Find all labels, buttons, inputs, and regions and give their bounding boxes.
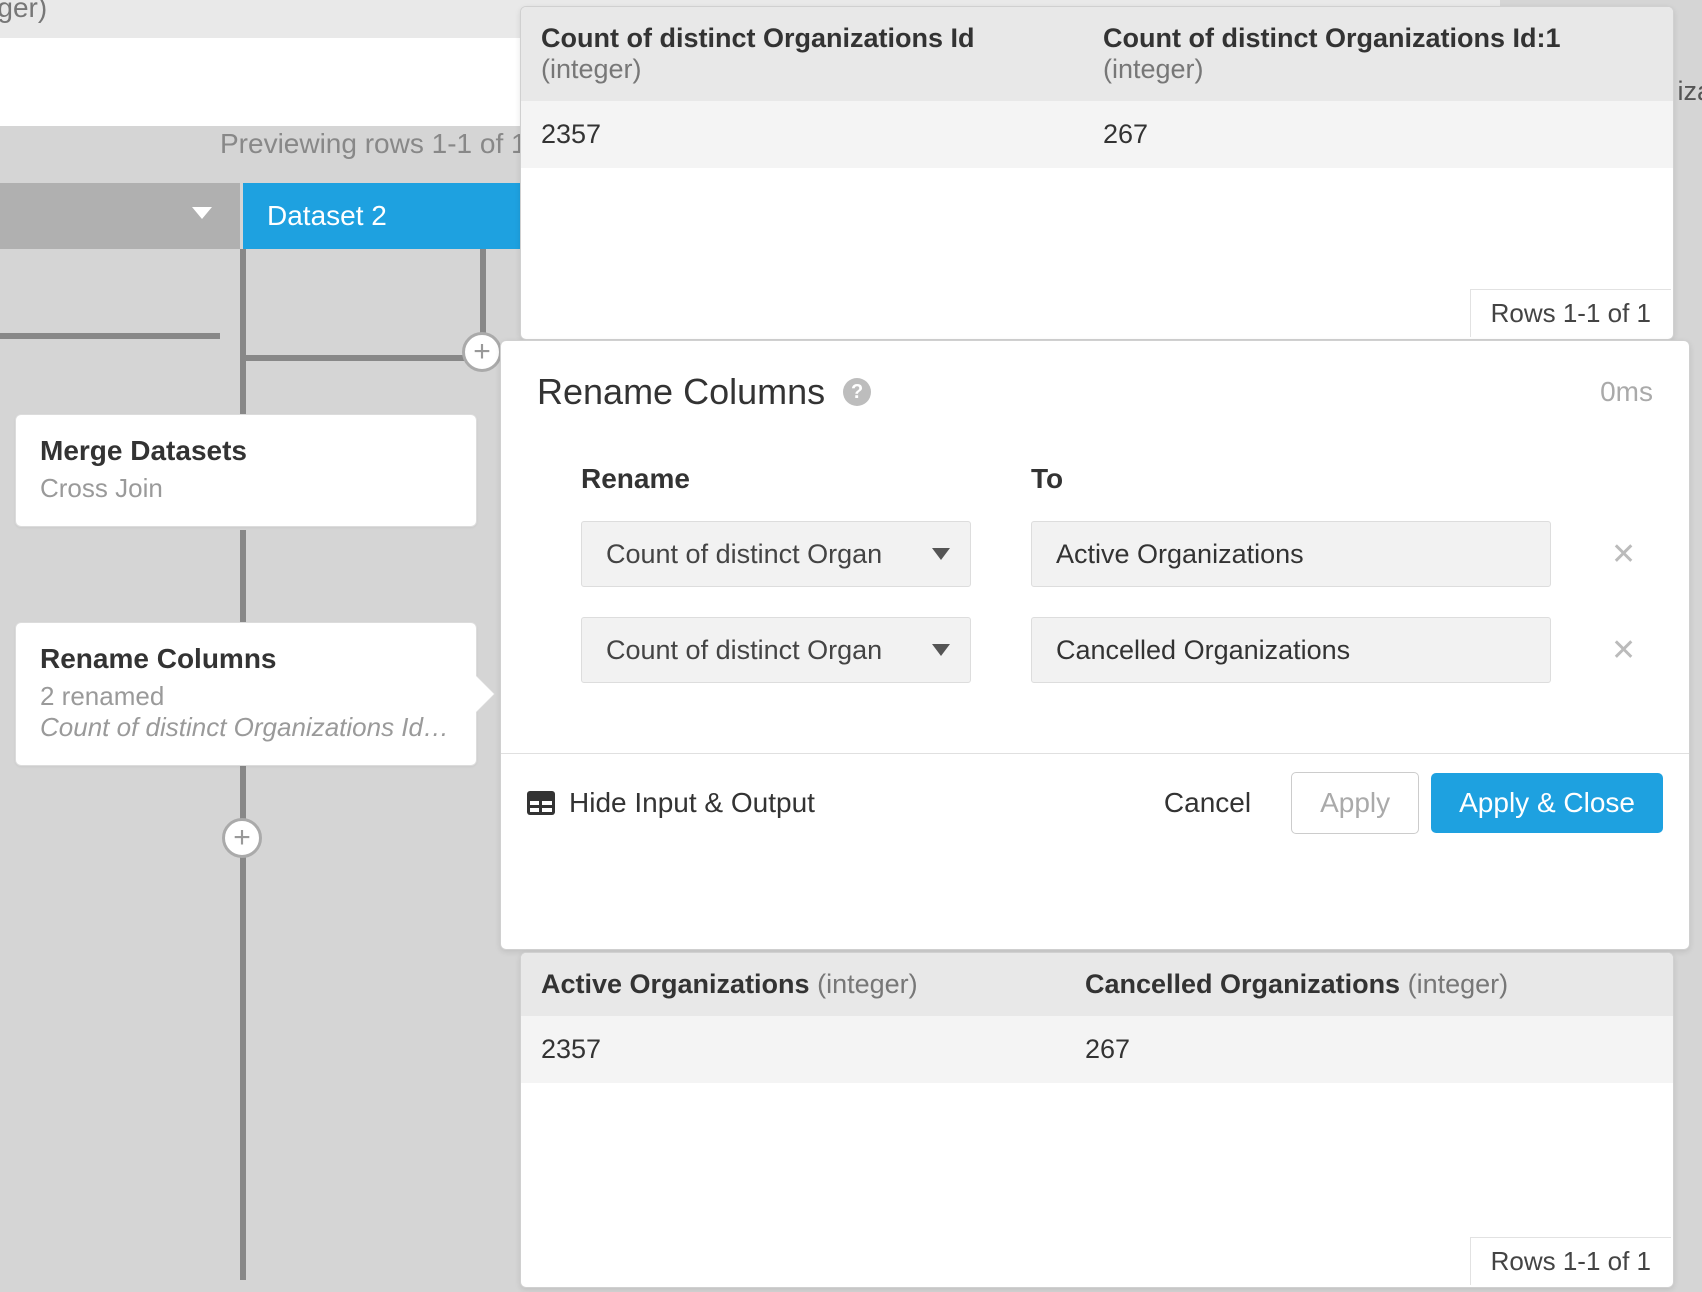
rename-row: Count of distinct Organ Cancelled Organi… bbox=[581, 617, 1629, 683]
table-header-cell[interactable]: Count of distinct Organizations Id:1 (in… bbox=[1083, 7, 1673, 101]
apply-button[interactable]: Apply bbox=[1291, 772, 1419, 834]
pipeline-node-pointer bbox=[476, 676, 494, 712]
table-header-type: (integer) bbox=[541, 54, 642, 84]
pipeline-node-sub: Cross Join bbox=[40, 473, 452, 504]
table-header-type: (integer) bbox=[1103, 54, 1204, 84]
table-cell: 267 bbox=[1083, 101, 1673, 168]
previewing-rows-label: Previewing rows 1-1 of 1 bbox=[220, 128, 527, 160]
rows-count-badge: Rows 1-1 of 1 bbox=[1470, 289, 1671, 337]
rename-columns-panel: Rename Columns ? 0ms Rename To Count of … bbox=[500, 340, 1690, 950]
rename-to-value: Active Organizations bbox=[1056, 539, 1304, 570]
remove-row-icon[interactable]: ✕ bbox=[1611, 537, 1636, 572]
table-icon bbox=[527, 791, 555, 815]
connector bbox=[240, 355, 486, 361]
table-cell: 2357 bbox=[521, 101, 1083, 168]
table-header-row: Count of distinct Organizations Id (inte… bbox=[521, 7, 1673, 101]
panel-header: Rename Columns ? 0ms bbox=[501, 341, 1689, 423]
rename-to-input[interactable]: Cancelled Organizations bbox=[1031, 617, 1551, 683]
rename-from-heading: Rename bbox=[581, 463, 971, 495]
dataset-tab-active[interactable]: Dataset 2 bbox=[243, 183, 543, 249]
table-header-name: Count of distinct Organizations Id bbox=[541, 23, 974, 53]
rename-row: Count of distinct Organ Active Organizat… bbox=[581, 521, 1629, 587]
plus-icon[interactable]: + bbox=[462, 332, 502, 372]
rename-from-value: Count of distinct Organ bbox=[606, 539, 882, 570]
table-cell: 2357 bbox=[521, 1016, 1065, 1083]
rename-to-value: Cancelled Organizations bbox=[1056, 635, 1350, 666]
pipeline-node-sub: 2 renamed bbox=[40, 681, 452, 712]
plus-icon[interactable]: + bbox=[222, 818, 262, 858]
overflow-text: iza bbox=[1677, 76, 1702, 107]
chevron-down-icon bbox=[192, 207, 212, 219]
rename-to-input[interactable]: Active Organizations bbox=[1031, 521, 1551, 587]
hide-io-label: Hide Input & Output bbox=[569, 787, 815, 819]
panel-body: Rename To Count of distinct Organ Active… bbox=[501, 423, 1689, 753]
timing-label: 0ms bbox=[1600, 376, 1653, 408]
pipeline-node-merge[interactable]: Merge Datasets Cross Join bbox=[15, 414, 477, 527]
table-header-row: Active Organizations (integer) Cancelled… bbox=[521, 953, 1673, 1016]
table-header-name: Active Organizations bbox=[541, 969, 810, 999]
pipeline-node-detail: Count of distinct Organizations Id… bbox=[40, 712, 452, 743]
column-header-cut-type: (integer) bbox=[0, 0, 47, 23]
rows-count-badge: Rows 1-1 of 1 bbox=[1470, 1237, 1671, 1285]
output-preview-table: Active Organizations (integer) Cancelled… bbox=[520, 952, 1674, 1288]
input-preview-table: Count of distinct Organizations Id (inte… bbox=[520, 6, 1674, 340]
rename-to-heading: To bbox=[1031, 463, 1551, 495]
rename-from-select[interactable]: Count of distinct Organ bbox=[581, 617, 971, 683]
table-row: 2357 267 bbox=[521, 101, 1673, 168]
apply-close-button[interactable]: Apply & Close bbox=[1431, 773, 1663, 833]
pipeline-node-rename[interactable]: Rename Columns 2 renamed Count of distin… bbox=[15, 622, 477, 766]
remove-row-icon[interactable]: ✕ bbox=[1611, 633, 1636, 668]
table-cell: 267 bbox=[1065, 1016, 1673, 1083]
panel-footer: Hide Input & Output Cancel Apply Apply &… bbox=[501, 753, 1689, 852]
hide-io-button[interactable]: Hide Input & Output bbox=[527, 787, 815, 819]
panel-title: Rename Columns bbox=[537, 371, 825, 413]
connector bbox=[0, 333, 220, 339]
rename-from-select[interactable]: Count of distinct Organ bbox=[581, 521, 971, 587]
chevron-down-icon bbox=[932, 548, 950, 560]
column-header-cut: ations Id (integer) bbox=[0, 0, 47, 24]
dataset-tab-label: Dataset 2 bbox=[267, 200, 387, 232]
pipeline-node-title: Merge Datasets bbox=[40, 435, 452, 467]
chevron-down-icon bbox=[932, 644, 950, 656]
table-header-cell[interactable]: Cancelled Organizations (integer) bbox=[1065, 953, 1673, 1016]
table-header-cell[interactable]: Active Organizations (integer) bbox=[521, 953, 1065, 1016]
table-header-type: (integer) bbox=[817, 969, 918, 999]
dataset-tab-dropdown[interactable] bbox=[0, 183, 240, 249]
help-icon[interactable]: ? bbox=[843, 378, 871, 406]
connector bbox=[240, 249, 246, 419]
table-header-type: (integer) bbox=[1408, 969, 1509, 999]
table-row: 2357 267 bbox=[521, 1016, 1673, 1083]
table-header-name: Count of distinct Organizations Id:1 bbox=[1103, 23, 1560, 53]
rename-from-value: Count of distinct Organ bbox=[606, 635, 882, 666]
cancel-button[interactable]: Cancel bbox=[1136, 773, 1279, 833]
table-header-name: Cancelled Organizations bbox=[1085, 969, 1400, 999]
pipeline-node-title: Rename Columns bbox=[40, 643, 452, 675]
table-header-cell[interactable]: Count of distinct Organizations Id (inte… bbox=[521, 7, 1083, 101]
